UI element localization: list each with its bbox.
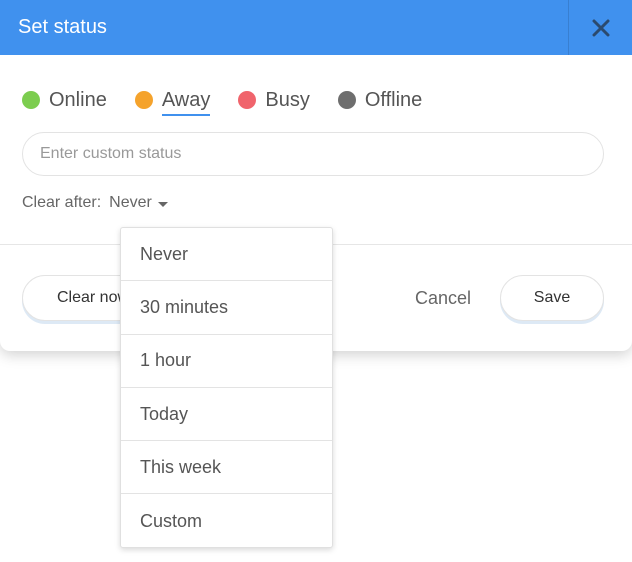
dropdown-option-custom[interactable]: Custom (121, 494, 332, 547)
status-label: Online (49, 89, 107, 111)
status-option-busy[interactable]: Busy (238, 86, 310, 114)
close-icon (592, 19, 609, 36)
dropdown-option-30-minutes[interactable]: 30 minutes (121, 281, 332, 335)
status-label: Offline (364, 89, 423, 111)
status-option-online[interactable]: Online (22, 86, 107, 114)
dropdown-option-today[interactable]: Today (121, 388, 332, 442)
clear-after-row: Clear after: Never (22, 193, 168, 213)
custom-status-input[interactable] (22, 132, 604, 176)
dialog-header: Set status (0, 0, 632, 55)
clear-after-select[interactable]: Never (109, 193, 168, 213)
status-label: Busy (265, 89, 310, 111)
status-option-away[interactable]: Away (134, 86, 211, 116)
clear-after-value: Never (109, 194, 152, 211)
status-option-offline[interactable]: Offline (337, 86, 423, 114)
away-status-dot-icon (134, 91, 153, 109)
dropdown-option-this-week[interactable]: This week (121, 441, 332, 495)
dialog-title: Set status (18, 16, 107, 38)
online-status-dot-icon (22, 91, 40, 109)
caret-down-icon (157, 201, 168, 207)
close-button[interactable] (568, 0, 632, 55)
cancel-button[interactable]: Cancel (401, 287, 485, 309)
clear-after-label: Clear after: (22, 194, 102, 211)
busy-status-dot-icon (238, 91, 257, 109)
offline-status-dot-icon (337, 91, 356, 109)
status-options: Online Away Busy Offline (22, 86, 450, 116)
dropdown-option-never[interactable]: Never (121, 228, 332, 282)
clear-after-dropdown: Never 30 minutes 1 hour Today This week … (120, 227, 333, 548)
save-button[interactable]: Save (500, 275, 604, 321)
status-label: Away (161, 87, 211, 116)
dropdown-option-1-hour[interactable]: 1 hour (121, 335, 332, 388)
